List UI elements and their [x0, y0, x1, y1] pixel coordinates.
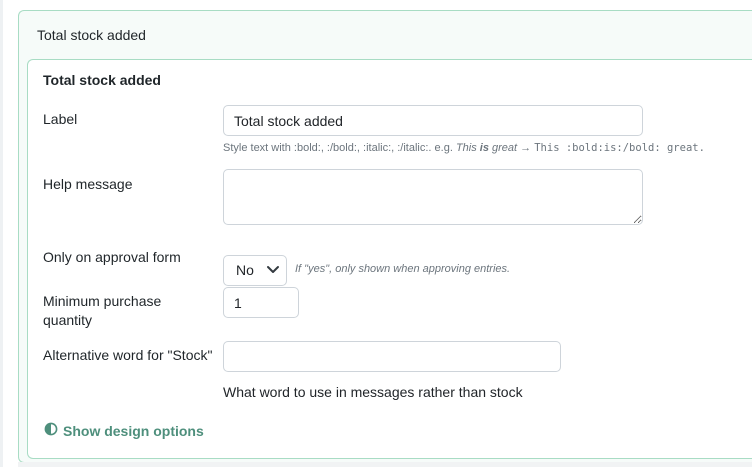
- hint-code-example: This :bold:is:/bold: great.: [534, 142, 705, 154]
- label-format-hint: Style text with :bold:, :/bold:, :italic…: [223, 142, 705, 154]
- hint-arrow: →: [517, 142, 535, 154]
- bottom-strip: [18, 462, 752, 467]
- hint-is: is: [479, 142, 489, 154]
- approval-selected-value: No: [236, 262, 254, 278]
- outer-panel: Total stock added Total stock added Labe…: [18, 10, 752, 463]
- chevron-down-icon: [266, 260, 280, 290]
- alt-word-label: Alternative word for "Stock": [43, 347, 213, 363]
- show-design-options-link[interactable]: Show design options: [44, 422, 204, 439]
- hint-great: great: [492, 142, 518, 154]
- outer-panel-header[interactable]: Total stock added: [37, 27, 146, 43]
- hint-this: This: [455, 142, 477, 154]
- show-design-options-label: Show design options: [63, 422, 204, 439]
- min-qty-label: Minimum purchase quantity: [43, 293, 162, 328]
- inner-panel: Total stock added Label Style text with …: [27, 59, 752, 459]
- label-field-label: Label: [43, 111, 78, 127]
- label-input[interactable]: [223, 105, 643, 136]
- approval-select[interactable]: No: [223, 255, 287, 286]
- approval-label: Only on approval form: [43, 249, 181, 265]
- approval-hint: If "yes", only shown when approving entr…: [295, 263, 511, 275]
- min-qty-input[interactable]: [223, 287, 299, 318]
- help-message-label: Help message: [43, 176, 133, 192]
- hint-prefix: Style text with :bold:, :/bold:, :italic…: [223, 142, 456, 154]
- alt-word-input[interactable]: [223, 341, 561, 372]
- half-circle-icon: [44, 422, 58, 439]
- alt-word-hint: What word to use in messages rather than…: [223, 384, 523, 400]
- help-message-textarea[interactable]: [223, 169, 643, 225]
- inner-panel-title: Total stock added: [43, 72, 161, 88]
- page-left-rule: [0, 0, 3, 467]
